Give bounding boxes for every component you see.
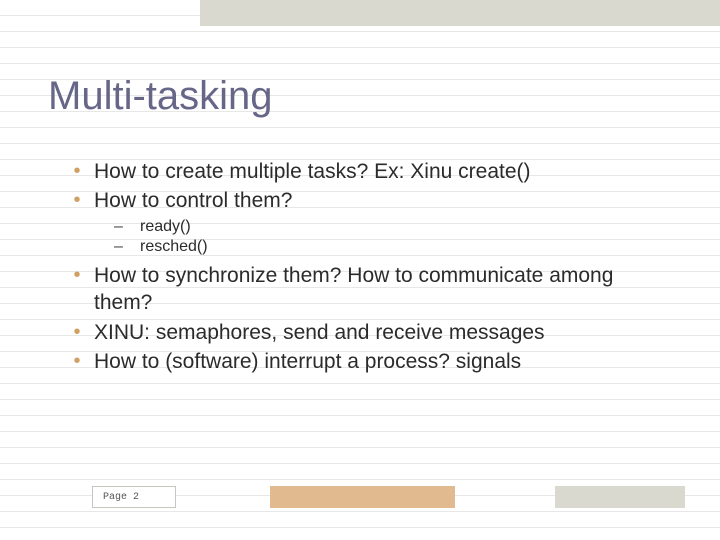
bullet-text: XINU: semaphores, send and receive messa…: [94, 319, 670, 346]
bullet-icon: •: [60, 348, 94, 375]
bullet-text: How to (software) interrupt a process? s…: [94, 348, 670, 375]
bullet-text: How to create multiple tasks? Ex: Xinu c…: [94, 158, 670, 185]
footer-accent-gray: [555, 486, 685, 508]
sub-bullet-text: resched(): [140, 237, 670, 258]
sub-bullet-item: – resched(): [114, 237, 670, 258]
dash-icon: –: [114, 237, 140, 258]
bullet-item: • How to synchronize them? How to commun…: [60, 262, 670, 317]
bullet-icon: •: [60, 187, 94, 214]
bullet-item: • How to create multiple tasks? Ex: Xinu…: [60, 158, 670, 185]
bullet-icon: •: [60, 158, 94, 185]
bullet-item: • XINU: semaphores, send and receive mes…: [60, 319, 670, 346]
page-number-label: Page 2: [103, 492, 139, 503]
bullet-text: How to control them?: [94, 187, 670, 214]
sub-bullet-text: ready(): [140, 217, 670, 238]
top-banner-decoration: [200, 0, 720, 26]
page-number-box: Page 2: [92, 486, 176, 508]
bullet-item: • How to (software) interrupt a process?…: [60, 348, 670, 375]
sub-bullet-item: – ready(): [114, 217, 670, 238]
bullet-icon: •: [60, 319, 94, 346]
dash-icon: –: [114, 217, 140, 238]
slide-title: Multi-tasking: [48, 74, 273, 119]
slide-content: • How to create multiple tasks? Ex: Xinu…: [60, 158, 670, 377]
bullet-text: How to synchronize them? How to communic…: [94, 262, 670, 317]
bullet-icon: •: [60, 262, 94, 289]
footer-accent-tan: [270, 486, 455, 508]
bullet-item: • How to control them?: [60, 187, 670, 214]
